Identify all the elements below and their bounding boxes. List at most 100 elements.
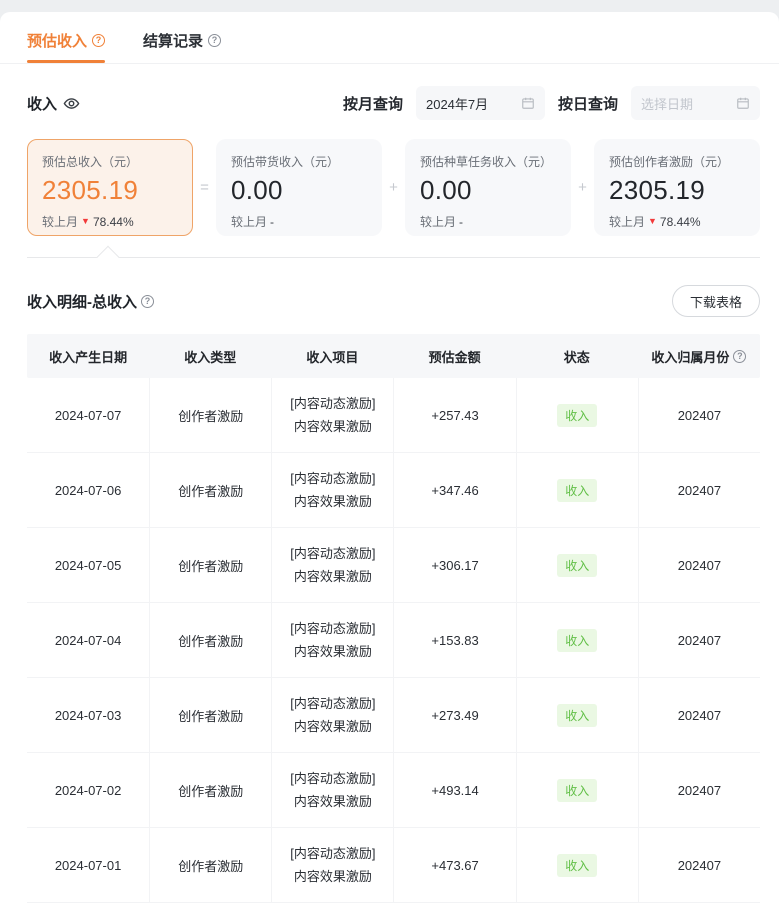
cell-date: 2024-07-04 xyxy=(27,603,149,677)
cell-type: 创作者激励 xyxy=(149,753,271,827)
table-row: 2024-07-04 创作者激励 [内容动态激励]内容效果激励 +153.83 … xyxy=(27,603,760,678)
cell-project: [内容动态激励]内容效果激励 xyxy=(271,603,393,677)
table-row: 2024-07-01 创作者激励 [内容动态激励]内容效果激励 +473.67 … xyxy=(27,828,760,903)
cell-month: 202407 xyxy=(638,753,760,827)
cell-month: 202407 xyxy=(638,603,760,677)
status-badge: 收入 xyxy=(557,629,597,652)
cell-month: 202407 xyxy=(638,378,760,452)
card-seeding-task-income[interactable]: 预估种草任务收入（元） 0.00 较上月 - xyxy=(405,139,571,236)
selected-card-notch xyxy=(97,246,120,269)
help-icon[interactable]: ? xyxy=(92,34,105,47)
cell-type: 创作者激励 xyxy=(149,678,271,752)
detail-section-header: 收入明细-总收入 ? 下载表格 xyxy=(27,285,760,317)
cell-date: 2024-07-06 xyxy=(27,453,149,527)
equals-operator: = xyxy=(200,179,209,196)
cell-type: 创作者激励 xyxy=(149,603,271,677)
cell-project: [内容动态激励]内容效果激励 xyxy=(271,753,393,827)
table-row: 2024-07-06 创作者激励 [内容动态激励]内容效果激励 +347.46 … xyxy=(27,453,760,528)
help-icon[interactable]: ? xyxy=(208,34,221,47)
tab-estimated-income[interactable]: 预估收入 ? xyxy=(27,30,105,63)
cell-project: [内容动态激励]内容效果激励 xyxy=(271,678,393,752)
cell-type: 创作者激励 xyxy=(149,828,271,902)
detail-title: 收入明细-总收入 ? xyxy=(27,291,154,312)
plus-operator: + xyxy=(578,179,587,196)
down-triangle-icon: ▼ xyxy=(81,217,90,226)
active-tab-underline xyxy=(27,60,105,63)
cell-status: 收入 xyxy=(516,753,638,827)
income-detail-table: 收入产生日期 收入类型 收入项目 预估金额 状态 收入归属月份 ? 2024-0… xyxy=(27,334,760,903)
summary-cards: 预估总收入（元） 2305.19 较上月 ▼ 78.44% = 预估带货收入（元… xyxy=(27,139,760,236)
section-divider xyxy=(27,257,760,258)
cell-amount: +306.17 xyxy=(393,528,515,602)
total-income-value: 2305.19 xyxy=(42,175,178,206)
header-type: 收入类型 xyxy=(149,334,271,378)
plus-operator: + xyxy=(389,179,398,196)
cell-project: [内容动态激励]内容效果激励 xyxy=(271,828,393,902)
tab-estimated-income-label: 预估收入 xyxy=(27,30,87,51)
status-badge: 收入 xyxy=(557,854,597,877)
income-section-title: 收入 xyxy=(27,93,80,114)
tab-settlement-records-label: 结算记录 xyxy=(143,30,203,51)
month-query-label: 按月查询 xyxy=(343,93,403,114)
day-picker-input[interactable]: 选择日期 xyxy=(631,86,760,120)
calendar-icon xyxy=(521,96,535,110)
day-query-label: 按日查询 xyxy=(558,93,618,114)
cell-amount: +493.14 xyxy=(393,753,515,827)
main-panel: 预估收入 ? 结算记录 ? 收入 按月查询 xyxy=(0,12,779,907)
cell-month: 202407 xyxy=(638,528,760,602)
help-icon[interactable]: ? xyxy=(733,350,746,363)
cell-amount: +153.83 xyxy=(393,603,515,677)
cell-status: 收入 xyxy=(516,603,638,677)
tab-settlement-records[interactable]: 结算记录 ? xyxy=(143,30,221,63)
status-badge: 收入 xyxy=(557,404,597,427)
query-row: 收入 按月查询 2024年7月 按日查询 选择日期 xyxy=(27,85,760,121)
table-row: 2024-07-03 创作者激励 [内容动态激励]内容效果激励 +273.49 … xyxy=(27,678,760,753)
header-amount: 预估金额 xyxy=(393,334,515,378)
cell-status: 收入 xyxy=(516,528,638,602)
header-status: 状态 xyxy=(516,334,638,378)
cell-amount: +273.49 xyxy=(393,678,515,752)
cell-status: 收入 xyxy=(516,678,638,752)
cell-project: [内容动态激励]内容效果激励 xyxy=(271,378,393,452)
calendar-icon xyxy=(736,96,750,110)
cell-date: 2024-07-03 xyxy=(27,678,149,752)
cell-amount: +473.67 xyxy=(393,828,515,902)
eye-icon[interactable] xyxy=(63,95,80,112)
header-month: 收入归属月份 ? xyxy=(638,334,760,378)
cell-date: 2024-07-05 xyxy=(27,528,149,602)
table-header-row: 收入产生日期 收入类型 收入项目 预估金额 状态 收入归属月份 ? xyxy=(27,334,760,378)
card-total-income[interactable]: 预估总收入（元） 2305.19 较上月 ▼ 78.44% xyxy=(27,139,193,236)
date-filters: 按月查询 2024年7月 按日查询 选择日期 xyxy=(343,86,760,120)
cell-date: 2024-07-02 xyxy=(27,753,149,827)
down-triangle-icon: ▼ xyxy=(648,217,657,226)
cell-amount: +347.46 xyxy=(393,453,515,527)
table-row: 2024-07-07 创作者激励 [内容动态激励]内容效果激励 +257.43 … xyxy=(27,378,760,453)
download-table-button[interactable]: 下载表格 xyxy=(672,285,760,317)
cell-month: 202407 xyxy=(638,678,760,752)
month-picker-input[interactable]: 2024年7月 xyxy=(416,86,545,120)
card-creator-incentive[interactable]: 预估创作者激励（元） 2305.19 较上月 ▼ 78.44% xyxy=(594,139,760,236)
header-project: 收入项目 xyxy=(271,334,393,378)
table-row: 2024-07-02 创作者激励 [内容动态激励]内容效果激励 +493.14 … xyxy=(27,753,760,828)
tab-bar: 预估收入 ? 结算记录 ? xyxy=(0,12,779,64)
status-badge: 收入 xyxy=(557,779,597,802)
help-icon[interactable]: ? xyxy=(141,295,154,308)
cell-status: 收入 xyxy=(516,378,638,452)
cell-date: 2024-07-01 xyxy=(27,828,149,902)
cell-project: [内容动态激励]内容效果激励 xyxy=(271,453,393,527)
status-badge: 收入 xyxy=(557,479,597,502)
cell-status: 收入 xyxy=(516,828,638,902)
cell-month: 202407 xyxy=(638,453,760,527)
status-badge: 收入 xyxy=(557,554,597,577)
day-picker-placeholder: 选择日期 xyxy=(641,94,693,113)
cell-month: 202407 xyxy=(638,828,760,902)
cell-project: [内容动态激励]内容效果激励 xyxy=(271,528,393,602)
header-date: 收入产生日期 xyxy=(27,334,149,378)
card-commerce-income[interactable]: 预估带货收入（元） 0.00 较上月 - xyxy=(216,139,382,236)
cell-type: 创作者激励 xyxy=(149,453,271,527)
status-badge: 收入 xyxy=(557,704,597,727)
cell-type: 创作者激励 xyxy=(149,528,271,602)
table-row: 2024-07-05 创作者激励 [内容动态激励]内容效果激励 +306.17 … xyxy=(27,528,760,603)
cell-type: 创作者激励 xyxy=(149,378,271,452)
cell-date: 2024-07-07 xyxy=(27,378,149,452)
